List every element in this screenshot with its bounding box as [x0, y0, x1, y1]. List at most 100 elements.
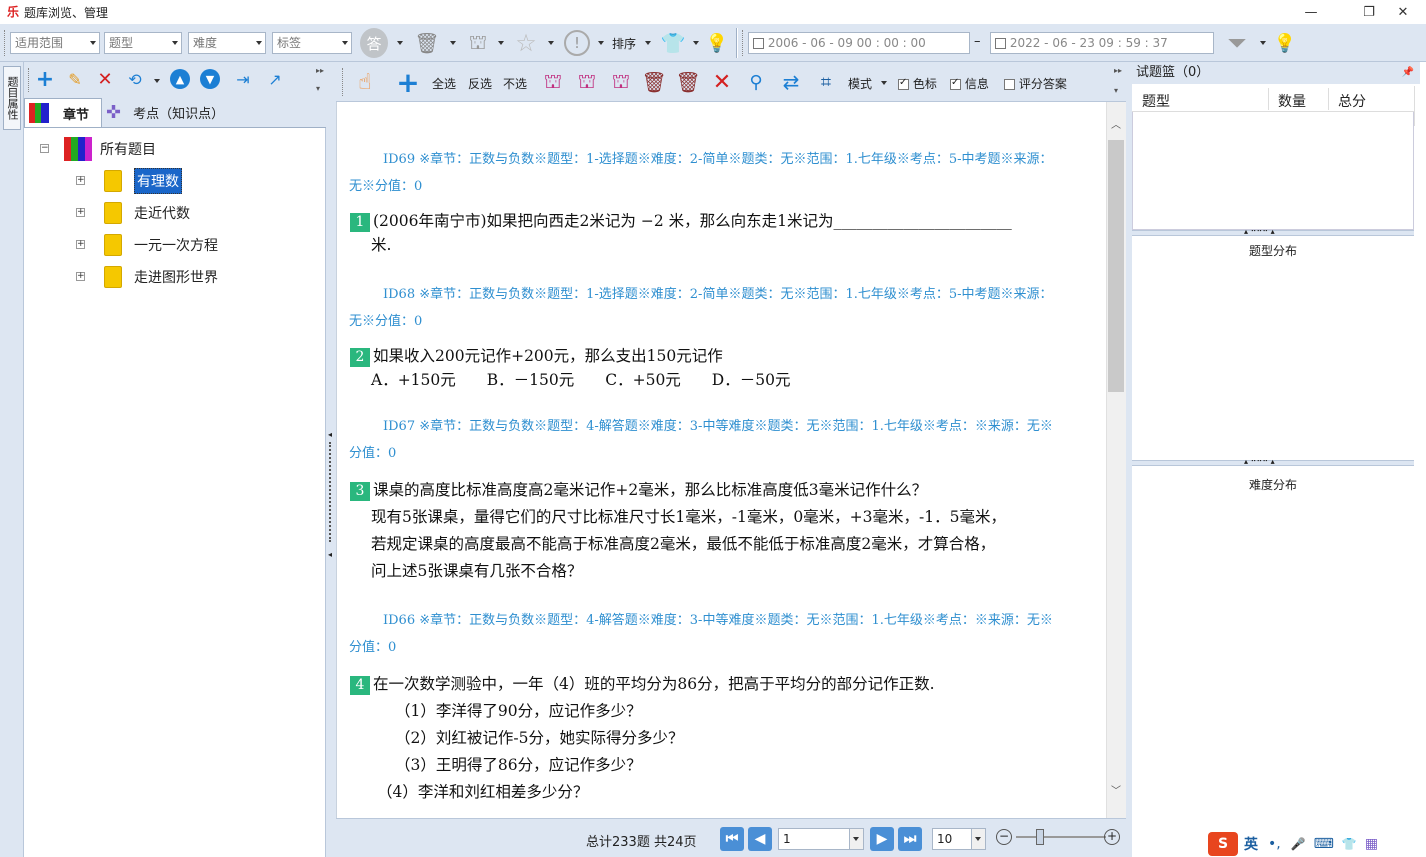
search-icon[interactable]: ⚲: [744, 68, 768, 96]
question-line: （3）王明得了86分，应记作多少？: [395, 756, 642, 774]
edit-pencil-icon[interactable]: ✎: [64, 68, 86, 90]
tree-item-algebra[interactable]: + 走近代数: [76, 201, 190, 225]
left-splitter[interactable]: ◂ ◂: [326, 62, 336, 857]
ime-punct-icon[interactable]: •,: [1268, 836, 1281, 852]
question-line: 若规定课桌的高度最高不能高于标准高度2毫米，最低不能低于标准高度2毫米，才算合格…: [371, 535, 996, 553]
question-line: （4）李洋和刘红相差多少分？: [377, 783, 589, 801]
filter-icon[interactable]: ⏷: [1222, 28, 1252, 58]
move-up-icon[interactable]: ▲: [170, 69, 190, 89]
question-stem[interactable]: 1 (2006年南宁市)如果把向西走2米记为 −2 米，那么向东走1米记为____…: [350, 208, 1012, 235]
difficulty-combo[interactable]: 难度: [188, 32, 266, 54]
window-title: 题库浏览、管理: [24, 5, 109, 20]
page-number-select[interactable]: 1: [778, 828, 864, 850]
hand-pointer-icon[interactable]: ☝: [348, 66, 382, 98]
col-score[interactable]: 总分: [1338, 91, 1366, 111]
delete-x-icon[interactable]: ✕: [94, 68, 116, 90]
col-count[interactable]: 数量: [1278, 91, 1306, 111]
mic-icon[interactable]: 🎤: [1291, 837, 1306, 851]
add-question-icon[interactable]: +: [394, 66, 422, 99]
basket-add-icon[interactable]: ⛫: [540, 68, 566, 96]
date-to-checkbox[interactable]: [995, 38, 1006, 49]
puzzle-icon: ✜: [106, 102, 122, 123]
trash-icon[interactable]: 🗑: [414, 28, 440, 58]
scroll-up-icon[interactable]: ︿: [1111, 116, 1121, 131]
first-page-icon[interactable]: ⏮: [720, 827, 744, 851]
skin-icon[interactable]: 👕: [1342, 837, 1357, 851]
basket-clear-icon[interactable]: ⛫: [608, 68, 634, 96]
ime-language[interactable]: 英: [1244, 834, 1258, 854]
books-icon: [29, 103, 49, 123]
color-checkbox[interactable]: 色标: [898, 75, 937, 92]
basket-table-body: [1132, 112, 1414, 230]
answer-icon[interactable]: 答: [360, 28, 388, 58]
tree-item-rational-numbers[interactable]: + 有理数: [76, 168, 182, 194]
tag-combo[interactable]: 标签: [272, 32, 352, 54]
zoom-in-icon[interactable]: +: [1104, 829, 1120, 845]
keyboard-icon[interactable]: ⌨: [1314, 836, 1334, 852]
page-size-select[interactable]: 10: [932, 828, 986, 850]
close-button[interactable]: ✕: [1380, 0, 1426, 24]
zoom-slider[interactable]: [1016, 836, 1106, 838]
scroll-down-icon[interactable]: ﹀: [1111, 782, 1121, 797]
star-icon[interactable]: ☆: [512, 28, 540, 58]
basket-icon[interactable]: ⛫: [464, 28, 492, 58]
exclamation-icon[interactable]: !: [564, 30, 590, 56]
tree-item-geometry[interactable]: + 走进图形世界: [76, 265, 218, 289]
date-from-checkbox[interactable]: [753, 38, 764, 49]
date-to-input[interactable]: 2022 - 06 - 23 09 : 59 : 37: [990, 32, 1214, 54]
info-checkbox[interactable]: 信息: [950, 75, 989, 92]
date-from-input[interactable]: 2006 - 06 - 09 00 : 00 : 00: [748, 32, 970, 54]
question-meta: ID66 ※章节：正数与负数※题型：4-解答题※难度：3-中等难度※题类：无※范…: [383, 613, 1053, 628]
scope-combo[interactable]: 适用范围: [10, 32, 100, 54]
basket-remove-icon[interactable]: ⛫: [574, 68, 600, 96]
tab-knowledge[interactable]: ✜ 考点（知识点）: [100, 98, 250, 127]
shirt-icon[interactable]: 👕: [660, 30, 686, 56]
question-stem[interactable]: 4 在一次数学测验中，一年（4）班的平均分为86分，把高于平均分的部分记作正数.: [350, 671, 935, 698]
invert-select-button[interactable]: 反选: [468, 75, 492, 92]
score-answer-checkbox[interactable]: 评分答案: [1004, 75, 1067, 92]
tree-item-linear-equation[interactable]: + 一元一次方程: [76, 233, 218, 257]
prev-page-icon[interactable]: ◀: [748, 827, 772, 851]
last-page-icon[interactable]: ⏭: [898, 827, 922, 851]
col-type[interactable]: 题型: [1142, 91, 1170, 111]
question-number: 3: [350, 481, 370, 501]
folder-icon: [104, 202, 122, 224]
zoom-out-icon[interactable]: −: [996, 829, 1012, 845]
add-chapter-icon[interactable]: +: [34, 67, 56, 92]
remove-x-icon[interactable]: ✕: [710, 68, 734, 96]
tree-root[interactable]: − 所有题目: [40, 137, 156, 161]
pin-icon[interactable]: 📌: [1402, 62, 1414, 84]
ime-logo-icon[interactable]: S: [1208, 831, 1238, 856]
mode-dropdown[interactable]: 模式: [848, 75, 872, 92]
swap-icon[interactable]: ⇄: [778, 68, 804, 96]
properties-vertical-tab[interactable]: 题目属性: [3, 66, 21, 130]
refresh-folder-icon[interactable]: ⟲: [122, 68, 148, 90]
difficulty-combo-text: 难度: [193, 36, 218, 50]
next-page-icon[interactable]: ▶: [870, 827, 894, 851]
bulb-icon[interactable]: 💡: [706, 30, 728, 56]
tab-chapter[interactable]: 章节: [24, 98, 102, 127]
select-all-button[interactable]: 全选: [432, 75, 456, 92]
folder-icon: [104, 266, 122, 288]
resize-grip[interactable]: ▴ ⠒⠒⠒ ▴: [1132, 457, 1414, 466]
scrollbar-thumb[interactable]: [1108, 140, 1124, 392]
import-icon[interactable]: ⇥: [232, 68, 254, 90]
question-number: 1: [350, 212, 370, 232]
move-down-icon[interactable]: ▼: [200, 69, 220, 89]
question-stem[interactable]: 3 课桌的高度比标准高度高2毫米记作+2毫米，那么比标准高度低3毫米记作什么？: [350, 477, 927, 504]
export-icon[interactable]: ↗: [264, 68, 286, 90]
chapter-toolbar: + ✎ ✕ ⟲ ▲ ▼ ⇥ ↗ ▸▸ ▾: [24, 62, 326, 98]
screenshot-icon[interactable]: ⌗: [814, 68, 838, 96]
zoom-slider-thumb[interactable]: [1036, 829, 1044, 845]
deselect-button[interactable]: 不选: [503, 75, 527, 92]
recycle-icon[interactable]: 🗑: [675, 68, 700, 96]
resize-grip[interactable]: ▴ ⠒⠒⠒ ▴: [1132, 227, 1414, 236]
apps-grid-icon[interactable]: ▦: [1365, 836, 1378, 852]
filter-bulb-icon[interactable]: 💡: [1274, 30, 1296, 56]
minimize-button[interactable]: —: [1288, 0, 1334, 24]
question-stem[interactable]: 2 如果收入200元记作+200元，那么支出150元记作: [350, 343, 723, 370]
difficulty-distribution-title: 难度分布: [1248, 478, 1297, 492]
sort-label[interactable]: 排序: [612, 35, 636, 52]
delete-icon[interactable]: 🗑: [641, 68, 666, 96]
type-combo[interactable]: 题型: [104, 32, 182, 54]
